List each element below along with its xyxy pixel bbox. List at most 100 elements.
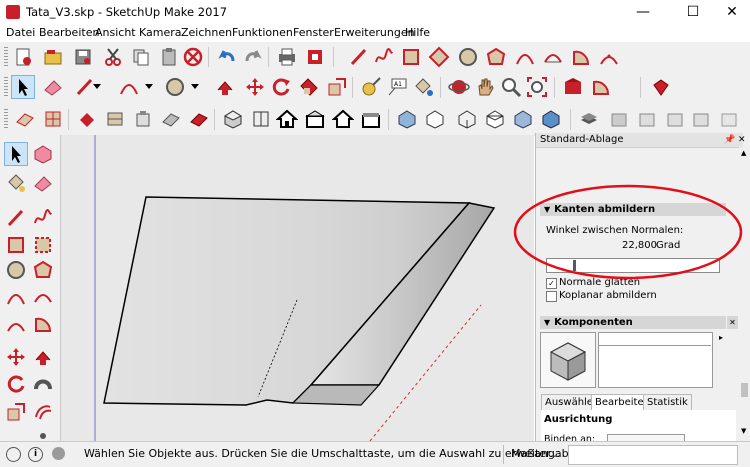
freehand-icon[interactable] xyxy=(373,46,395,68)
geo-location-icon[interactable] xyxy=(6,447,21,462)
measurements-input[interactable] xyxy=(568,445,738,465)
menu-funktionen[interactable]: Funktionen xyxy=(232,26,293,39)
two-point-arc-icon[interactable] xyxy=(32,286,54,308)
top-view-icon[interactable] xyxy=(250,108,272,130)
toolbar-grip[interactable] xyxy=(4,109,8,130)
toolbar-grip[interactable] xyxy=(4,77,8,98)
rotate-icon[interactable] xyxy=(270,76,292,98)
menu-kamera[interactable]: Kamera xyxy=(139,26,182,39)
arc-icon[interactable] xyxy=(514,46,536,68)
tray-close-button[interactable]: ✕ xyxy=(738,133,746,147)
rotate-icon[interactable] xyxy=(5,373,27,395)
zoom-extents-icon[interactable] xyxy=(526,76,548,98)
line-tool-icon[interactable] xyxy=(5,207,27,229)
pan-hand-icon[interactable] xyxy=(474,76,496,98)
eraser-icon[interactable] xyxy=(32,172,54,194)
open-file-icon[interactable] xyxy=(42,46,64,68)
menu-bearbeiten[interactable]: Bearbeiten xyxy=(39,26,99,39)
polygon-icon[interactable] xyxy=(485,46,507,68)
scroll-thumb[interactable] xyxy=(741,383,748,397)
three-point-arc-icon[interactable] xyxy=(5,313,27,335)
section-display-icon[interactable] xyxy=(42,108,64,130)
print-icon[interactable] xyxy=(276,46,298,68)
paint-bucket-icon[interactable] xyxy=(5,172,27,194)
arc-icon[interactable] xyxy=(5,286,27,308)
rectangle-icon[interactable] xyxy=(5,234,27,256)
text-label-icon[interactable]: A1 xyxy=(386,76,408,98)
save-icon[interactable] xyxy=(72,46,94,68)
dimension-icon[interactable] xyxy=(76,108,98,130)
copy-icon[interactable] xyxy=(130,46,152,68)
orbit-icon[interactable] xyxy=(448,76,470,98)
style-4-icon[interactable] xyxy=(690,108,712,130)
two-point-arc-icon[interactable] xyxy=(542,46,564,68)
extension-warehouse-icon[interactable] xyxy=(590,76,612,98)
components-close-button[interactable]: ✕ xyxy=(727,316,738,329)
shaded-textures-icon[interactable] xyxy=(540,108,562,130)
front-view-icon[interactable] xyxy=(276,108,298,130)
scale-icon[interactable] xyxy=(5,401,27,423)
arc-tool-icon[interactable] xyxy=(118,76,140,98)
move-icon[interactable] xyxy=(244,76,266,98)
section-plane-icon[interactable] xyxy=(14,108,36,130)
hidden-line-icon[interactable] xyxy=(484,108,506,130)
chevron-down-icon[interactable] xyxy=(144,81,154,91)
paste-icon[interactable] xyxy=(158,46,180,68)
pencil-line-icon[interactable] xyxy=(348,46,370,68)
rotated-rectangle-icon[interactable] xyxy=(428,46,450,68)
details-arrow-icon[interactable]: ▸ xyxy=(719,333,727,343)
menu-zeichnen[interactable]: Zeichnen xyxy=(181,26,232,39)
scroll-down-icon[interactable]: ▼ xyxy=(741,427,746,435)
axes-icon[interactable] xyxy=(132,108,154,130)
cut-icon[interactable] xyxy=(102,46,124,68)
position-camera-icon[interactable] xyxy=(160,108,182,130)
modeling-viewport[interactable] xyxy=(61,135,534,441)
menu-datei[interactable]: Datei xyxy=(6,26,35,39)
pin-icon[interactable]: 📌 xyxy=(724,133,735,147)
wireframe-icon[interactable] xyxy=(456,108,478,130)
toolbar-grip[interactable] xyxy=(4,47,8,67)
menu-ansicht[interactable]: Ansicht xyxy=(95,26,136,39)
left-view-icon[interactable] xyxy=(360,108,382,130)
pie-icon[interactable] xyxy=(570,46,592,68)
chevron-down-icon[interactable] xyxy=(190,81,200,91)
soften-coplanar-checkbox[interactable] xyxy=(546,291,557,302)
select-arrow-icon[interactable] xyxy=(11,75,35,99)
shaded-icon[interactable] xyxy=(512,108,534,130)
3d-warehouse-icon[interactable] xyxy=(562,76,584,98)
freehand-icon[interactable] xyxy=(32,207,54,229)
menu-hilfe[interactable]: Hilfe xyxy=(405,26,430,39)
redo-icon[interactable] xyxy=(242,46,264,68)
model-info-icon[interactable] xyxy=(304,46,326,68)
scale-icon[interactable] xyxy=(326,76,348,98)
ruby-console-icon[interactable] xyxy=(650,76,672,98)
pie-icon[interactable] xyxy=(32,313,54,335)
push-pull-icon[interactable] xyxy=(214,76,236,98)
walk-icon[interactable] xyxy=(188,108,210,130)
menu-erweiterungen[interactable]: Erweiterungen xyxy=(334,26,415,39)
tab-statistik[interactable]: Statistik xyxy=(643,394,692,411)
minimize-button[interactable]: — xyxy=(623,2,663,22)
follow-me-icon[interactable] xyxy=(32,373,54,395)
polygon-icon[interactable] xyxy=(32,259,54,281)
style-1-icon[interactable] xyxy=(608,108,630,130)
make-component-icon[interactable] xyxy=(32,143,54,165)
more-tools-icon[interactable] xyxy=(32,428,54,440)
select-arrow-icon[interactable] xyxy=(4,142,28,166)
eraser-icon[interactable] xyxy=(42,76,64,98)
components-header[interactable]: ▼ Komponenten xyxy=(540,316,726,329)
move-icon[interactable] xyxy=(5,346,27,368)
chevron-down-icon[interactable] xyxy=(92,81,102,91)
undo-icon[interactable] xyxy=(216,46,238,68)
erase-icon[interactable] xyxy=(182,46,204,68)
right-view-icon[interactable] xyxy=(304,108,326,130)
paint-bucket-icon[interactable] xyxy=(412,76,434,98)
rectangle-icon[interactable] xyxy=(400,46,422,68)
xray-icon[interactable] xyxy=(396,108,418,130)
maximize-button[interactable]: ☐ xyxy=(673,2,713,22)
layer-tool-icon[interactable] xyxy=(578,108,600,130)
three-point-arc-icon[interactable] xyxy=(598,46,620,68)
menu-fenster[interactable]: Fenster xyxy=(293,26,334,39)
circle-icon[interactable] xyxy=(5,259,27,281)
zoom-icon[interactable] xyxy=(500,76,522,98)
